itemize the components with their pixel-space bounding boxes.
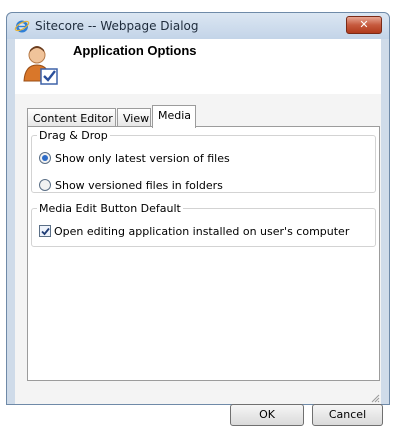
versioned-files-option[interactable]: Show versioned files in folders — [39, 179, 223, 192]
media-edit-group: Media Edit Button Default Open editing a… — [31, 202, 376, 247]
tab-content-editor[interactable]: Content Editor — [27, 108, 116, 128]
resize-grip-icon[interactable] — [370, 393, 380, 403]
versioned-files-label: Show versioned files in folders — [55, 179, 223, 192]
latest-version-radio[interactable] — [39, 152, 51, 164]
latest-version-option[interactable]: Show only latest version of files — [39, 152, 230, 165]
open-editing-checkbox[interactable] — [39, 225, 51, 237]
checkmark-icon — [41, 227, 50, 236]
versioned-files-radio[interactable] — [39, 179, 51, 191]
tab-view[interactable]: View — [117, 108, 151, 128]
latest-version-label: Show only latest version of files — [55, 152, 230, 165]
user-check-icon — [23, 46, 58, 85]
close-button[interactable]: ✕ — [346, 16, 382, 34]
window-title: Sitecore -- Webpage Dialog — [35, 19, 199, 33]
cancel-button[interactable]: Cancel — [312, 404, 383, 426]
internet-explorer-icon — [14, 20, 30, 33]
dialog-client-area: Application Options Content Editor View … — [15, 39, 383, 426]
open-editing-option[interactable]: Open editing application installed on us… — [39, 225, 349, 238]
dialog-header: Application Options — [15, 39, 381, 94]
dialog-window: Sitecore -- Webpage Dialog ✕ Application… — [6, 12, 390, 426]
tab-media[interactable]: Media — [152, 105, 196, 128]
title-bar[interactable]: Sitecore -- Webpage Dialog ✕ — [7, 13, 389, 39]
open-editing-label: Open editing application installed on us… — [54, 225, 350, 238]
media-tab-panel: Drag & Drop Show only latest version of … — [27, 126, 380, 381]
close-icon: ✕ — [359, 18, 369, 31]
dialog-heading: Application Options — [73, 43, 197, 58]
drag-drop-legend: Drag & Drop — [39, 129, 108, 142]
drag-drop-group: Drag & Drop Show only latest version of … — [31, 129, 376, 193]
media-edit-legend: Media Edit Button Default — [39, 202, 181, 215]
ok-button[interactable]: OK — [230, 404, 304, 426]
